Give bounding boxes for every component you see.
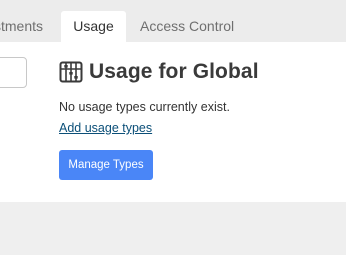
tab-adjustments[interactable]: stments <box>0 11 55 42</box>
tab-access-control[interactable]: Access Control <box>128 11 246 42</box>
add-usage-types-link[interactable]: Add usage types <box>59 121 152 135</box>
page-title: Usage for Global <box>89 60 259 83</box>
tab-bar: stments Usage Access Control <box>0 0 346 42</box>
abacus-icon <box>59 60 83 84</box>
manage-types-button[interactable]: Manage Types <box>59 150 153 180</box>
search-input[interactable] <box>0 57 27 88</box>
usage-panel: Usage for Global No usage types currentl… <box>0 42 346 202</box>
empty-message: No usage types currently exist. <box>59 100 230 114</box>
page-header: Usage for Global <box>59 58 259 86</box>
tab-usage[interactable]: Usage <box>61 11 126 42</box>
